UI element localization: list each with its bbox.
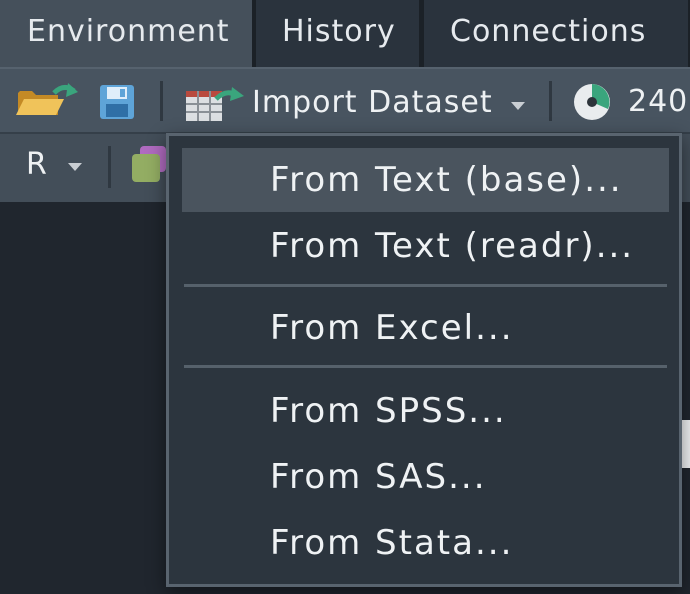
chevron-down-icon <box>68 163 82 171</box>
menu-item-label: From Text (base)... <box>270 160 623 200</box>
menu-divider <box>184 284 667 287</box>
memory-pie-icon <box>574 84 610 120</box>
save-icon <box>100 85 134 119</box>
menu-item-from-stata[interactable]: From Stata... <box>182 511 669 575</box>
menu-item-from-text-base[interactable]: From Text (base)... <box>182 148 669 212</box>
global-environment-select[interactable] <box>128 142 168 192</box>
environment-toolbar: Import Dataset 240 <box>0 67 690 132</box>
tab-environment-label: Environment <box>27 14 230 49</box>
stacked-objects-icon <box>132 146 166 182</box>
import-dataset-menu: From Text (base)... From Text (readr)...… <box>166 133 682 587</box>
open-workspace-button[interactable] <box>14 79 80 123</box>
toolbar-separator <box>108 146 111 188</box>
toolbar-separator <box>549 81 552 121</box>
import-table-icon <box>186 87 244 121</box>
menu-divider <box>184 365 667 368</box>
toolbar-separator <box>160 81 163 121</box>
memory-usage-button[interactable]: 240 <box>566 69 690 132</box>
tab-history[interactable]: History <box>256 0 421 67</box>
tab-connections-label: Connections <box>450 14 647 49</box>
language-select[interactable]: R <box>0 134 100 202</box>
memory-usage-label: 240 <box>628 84 689 119</box>
menu-item-from-excel[interactable]: From Excel... <box>182 296 669 360</box>
chevron-down-icon <box>511 102 525 110</box>
language-select-label: R <box>26 147 48 182</box>
menu-item-from-sas[interactable]: From SAS... <box>182 445 669 509</box>
open-folder-icon <box>16 83 78 115</box>
save-workspace-button[interactable] <box>98 83 138 121</box>
menu-item-label: From SPSS... <box>270 391 507 431</box>
clipped-text-fragment <box>681 420 690 468</box>
menu-item-from-text-readr[interactable]: From Text (readr)... <box>182 214 669 278</box>
menu-item-label: From Excel... <box>270 308 514 348</box>
menu-item-label: From Text (readr)... <box>270 226 635 266</box>
tab-history-label: History <box>282 14 396 49</box>
menu-item-from-spss[interactable]: From SPSS... <box>182 379 669 443</box>
menu-item-label: From SAS... <box>270 457 487 497</box>
tab-environment[interactable]: Environment <box>0 0 254 67</box>
pane-tab-bar: Environment History Connections <box>0 0 690 67</box>
menu-item-label: From Stata... <box>270 523 514 563</box>
import-dataset-label: Import Dataset <box>252 85 493 120</box>
tab-connections[interactable]: Connections <box>424 0 690 67</box>
import-dataset-button[interactable]: Import Dataset <box>176 69 536 132</box>
